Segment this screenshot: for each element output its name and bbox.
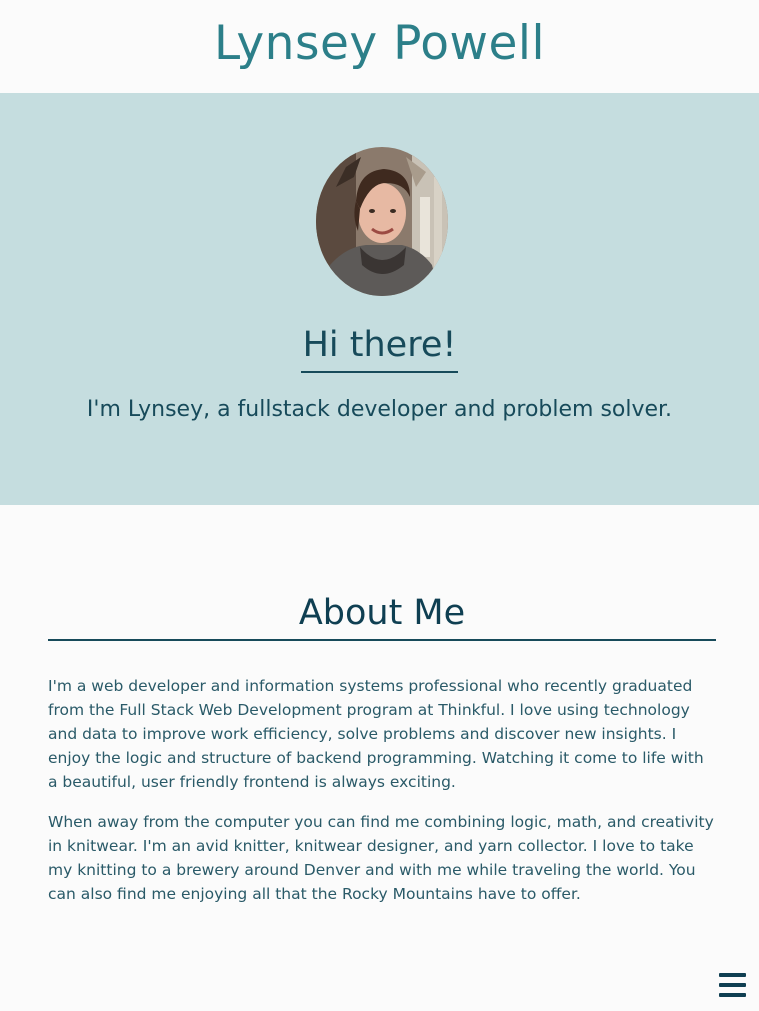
about-section: About Me I'm a web developer and informa… [48, 505, 716, 906]
about-paragraph-2: When away from the computer you can find… [48, 813, 714, 903]
tagline: I'm Lynsey, a fullstack developer and pr… [86, 397, 673, 422]
site-title: Lynsey Powell [213, 16, 546, 71]
site-header: Lynsey Powell [0, 0, 759, 93]
menu-bar-bottom [719, 993, 746, 997]
hero-section: Hi there! I'm Lynsey, a fullstack develo… [0, 93, 759, 505]
avatar [316, 147, 448, 296]
greeting-heading: Hi there! [300, 321, 459, 373]
greeting-heading-wrapper: Hi there! [0, 321, 759, 373]
menu-bar-top [719, 973, 746, 977]
menu-bar-middle [719, 983, 746, 987]
profile-photo-image [316, 147, 448, 296]
about-paragraph-1: I'm a web developer and information syst… [48, 677, 704, 791]
hamburger-menu-icon[interactable] [719, 973, 747, 999]
about-title: About Me [48, 591, 716, 641]
